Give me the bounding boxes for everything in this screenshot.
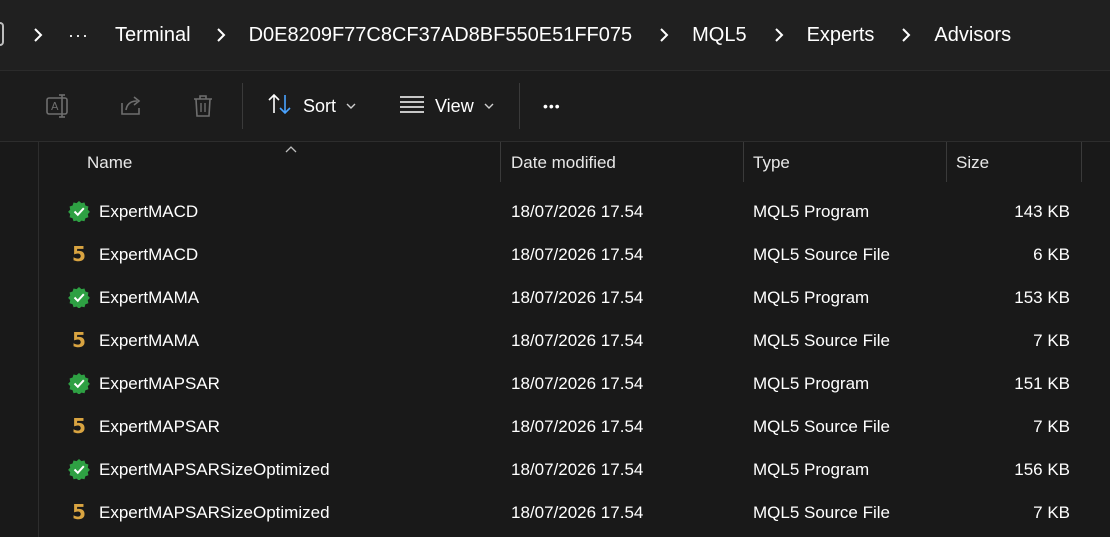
breadcrumb-terminal-id[interactable]: D0E8209F77C8CF37AD8BF550E51FF075 xyxy=(249,24,633,47)
breadcrumb-ellipsis[interactable]: ··· xyxy=(68,25,89,46)
view-button[interactable]: View xyxy=(399,85,494,127)
file-type: MQL5 Program xyxy=(753,202,870,221)
more-options-button[interactable]: ••• xyxy=(543,85,561,127)
file-row[interactable]: ExpertMAPSAR 18/07/2026 17.54 MQL5 Progr… xyxy=(40,362,1110,405)
file-date-modified: 18/07/2026 17.54 xyxy=(511,460,644,479)
file-row[interactable]: ExpertMAPSARSizeOptimized 18/07/2026 17.… xyxy=(40,448,1110,491)
column-separator[interactable] xyxy=(1081,142,1082,182)
chevron-right-icon xyxy=(28,25,48,45)
file-date-modified: 18/07/2026 17.54 xyxy=(511,503,644,522)
column-name[interactable]: Name xyxy=(87,142,132,184)
file-name: ExpertMACD xyxy=(99,202,199,221)
file-type: MQL5 Program xyxy=(753,460,870,479)
file-row[interactable]: ExpertMAMA 18/07/2026 17.54 MQL5 Program… xyxy=(40,276,1110,319)
chevron-right-icon[interactable] xyxy=(654,25,674,45)
toolbar-divider xyxy=(519,83,520,129)
file-name: ExpertMAPSARSizeOptimized xyxy=(99,503,330,522)
file-size: 151 KB xyxy=(1014,374,1070,393)
file-row[interactable]: 5 ExpertMAMA 18/07/2026 17.54 MQL5 Sourc… xyxy=(40,319,1110,362)
file-type: MQL5 Source File xyxy=(753,417,890,436)
sort-icon xyxy=(267,92,293,121)
file-row[interactable]: 5 ExpertMACD 18/07/2026 17.54 MQL5 Sourc… xyxy=(40,233,1110,276)
file-size: 6 KB xyxy=(1033,245,1070,264)
column-separator[interactable] xyxy=(946,142,947,182)
navigation-pane xyxy=(0,142,39,537)
column-separator[interactable] xyxy=(743,142,744,182)
breadcrumb-experts[interactable]: Experts xyxy=(807,24,875,47)
source-icon: 5 xyxy=(72,328,86,352)
rename-icon[interactable]: A xyxy=(44,91,74,121)
file-name: ExpertMAPSARSizeOptimized xyxy=(99,460,330,479)
file-type: MQL5 Source File xyxy=(753,503,890,522)
breadcrumb-terminal[interactable]: Terminal xyxy=(115,24,191,47)
breadcrumb-advisors[interactable]: Advisors xyxy=(934,24,1011,47)
toolbar-divider xyxy=(242,83,243,129)
file-name: ExpertMAMA xyxy=(99,331,200,350)
file-date-modified: 18/07/2026 17.54 xyxy=(511,245,644,264)
view-list-icon xyxy=(399,94,425,119)
file-row[interactable]: 5 ExpertMAPSARSizeOptimized 18/07/2026 1… xyxy=(40,491,1110,534)
sort-button[interactable]: Sort xyxy=(267,85,356,127)
view-label: View xyxy=(435,95,474,116)
source-icon: 5 xyxy=(72,414,86,438)
more-icon: ••• xyxy=(543,98,561,114)
breadcrumb-mql5[interactable]: MQL5 xyxy=(692,24,746,47)
program-icon xyxy=(68,200,90,222)
column-separator[interactable] xyxy=(500,142,501,182)
command-bar: A Sort View ••• xyxy=(0,71,1110,142)
file-date-modified: 18/07/2026 17.54 xyxy=(511,374,644,393)
file-size: 156 KB xyxy=(1014,460,1070,479)
file-date-modified: 18/07/2026 17.54 xyxy=(511,202,644,221)
svg-text:A: A xyxy=(51,100,59,113)
column-size[interactable]: Size xyxy=(956,142,989,184)
file-size: 7 KB xyxy=(1033,331,1070,350)
program-icon xyxy=(68,458,90,480)
delete-icon[interactable] xyxy=(188,91,218,121)
breadcrumb: ··· Terminal D0E8209F77C8CF37AD8BF550E51… xyxy=(0,0,1011,70)
file-size: 7 KB xyxy=(1033,503,1070,522)
chevron-down-icon xyxy=(484,102,494,110)
sort-label: Sort xyxy=(303,95,337,116)
source-icon: 5 xyxy=(72,500,86,524)
file-type: MQL5 Program xyxy=(753,374,870,393)
file-type: MQL5 Source File xyxy=(753,245,890,264)
program-icon xyxy=(68,372,90,394)
file-name: ExpertMAPSAR xyxy=(99,417,220,436)
program-icon xyxy=(68,286,90,308)
address-bar[interactable]: ··· Terminal D0E8209F77C8CF37AD8BF550E51… xyxy=(0,0,1110,70)
share-icon[interactable] xyxy=(116,91,146,121)
chevron-down-icon xyxy=(346,102,356,110)
column-date-modified[interactable]: Date modified xyxy=(511,142,616,184)
column-type[interactable]: Type xyxy=(753,142,790,184)
file-name: ExpertMAPSAR xyxy=(99,374,220,393)
chevron-right-icon[interactable] xyxy=(769,25,789,45)
file-size: 153 KB xyxy=(1014,288,1070,307)
file-row[interactable]: ExpertMACD 18/07/2026 17.54 MQL5 Program… xyxy=(40,190,1110,233)
file-row[interactable]: 5 ExpertMAPSAR 18/07/2026 17.54 MQL5 Sou… xyxy=(40,405,1110,448)
file-type: MQL5 Source File xyxy=(753,331,890,350)
source-icon: 5 xyxy=(72,242,86,266)
file-date-modified: 18/07/2026 17.54 xyxy=(511,331,644,350)
file-date-modified: 18/07/2026 17.54 xyxy=(511,417,644,436)
file-name: ExpertMACD xyxy=(99,245,199,264)
file-type: MQL5 Program xyxy=(753,288,870,307)
chevron-right-icon[interactable] xyxy=(211,25,231,45)
file-size: 7 KB xyxy=(1033,417,1070,436)
file-date-modified: 18/07/2026 17.54 xyxy=(511,288,644,307)
sort-ascending-caret-icon xyxy=(284,140,298,158)
chevron-right-icon[interactable] xyxy=(896,25,916,45)
file-size: 143 KB xyxy=(1014,202,1070,221)
file-list: ExpertMACD 18/07/2026 17.54 MQL5 Program… xyxy=(40,190,1110,534)
column-header: Name Date modified Type Size xyxy=(40,142,1110,184)
file-name: ExpertMAMA xyxy=(99,288,200,307)
